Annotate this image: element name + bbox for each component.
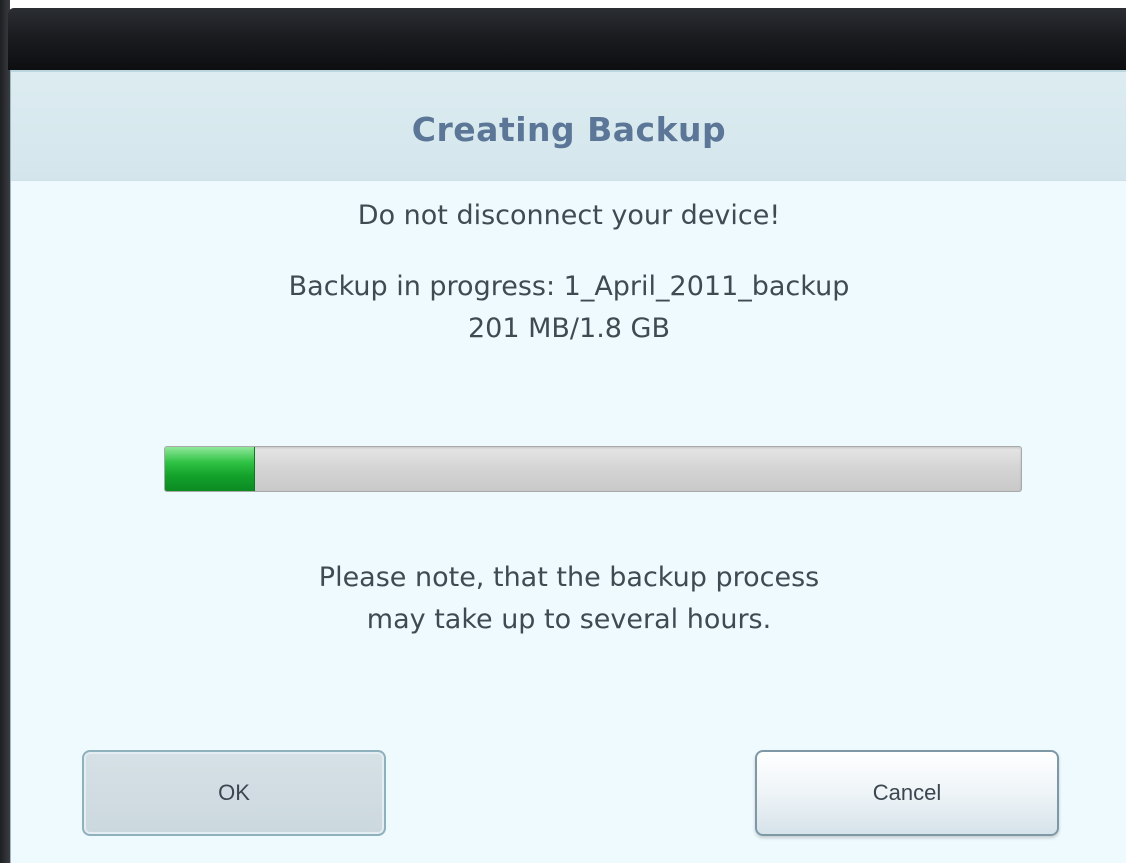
disconnect-warning: Do not disconnect your device! bbox=[357, 200, 781, 231]
dialog-title: Creating Backup bbox=[411, 110, 727, 149]
ok-button[interactable]: OK bbox=[82, 750, 386, 836]
backup-window: Creating Backup Do not disconnect your d… bbox=[0, 0, 1126, 863]
window-frame bbox=[0, 0, 10, 863]
backup-progress-bar bbox=[164, 446, 1022, 492]
dialog-header: Creating Backup bbox=[11, 70, 1126, 181]
duration-note-line2: may take up to several hours. bbox=[366, 604, 772, 635]
duration-note-line1: Please note, that the backup process bbox=[318, 562, 820, 593]
progress-bar-fill bbox=[165, 447, 256, 491]
backup-size-text: 201 MB/1.8 GB bbox=[468, 313, 670, 344]
backup-dialog: Creating Backup Do not disconnect your d… bbox=[10, 70, 1126, 863]
cancel-button[interactable]: Cancel bbox=[755, 750, 1059, 836]
backup-status-text: Backup in progress: 1_April_2011_backup bbox=[288, 271, 850, 302]
window-titlebar[interactable] bbox=[8, 8, 1126, 70]
